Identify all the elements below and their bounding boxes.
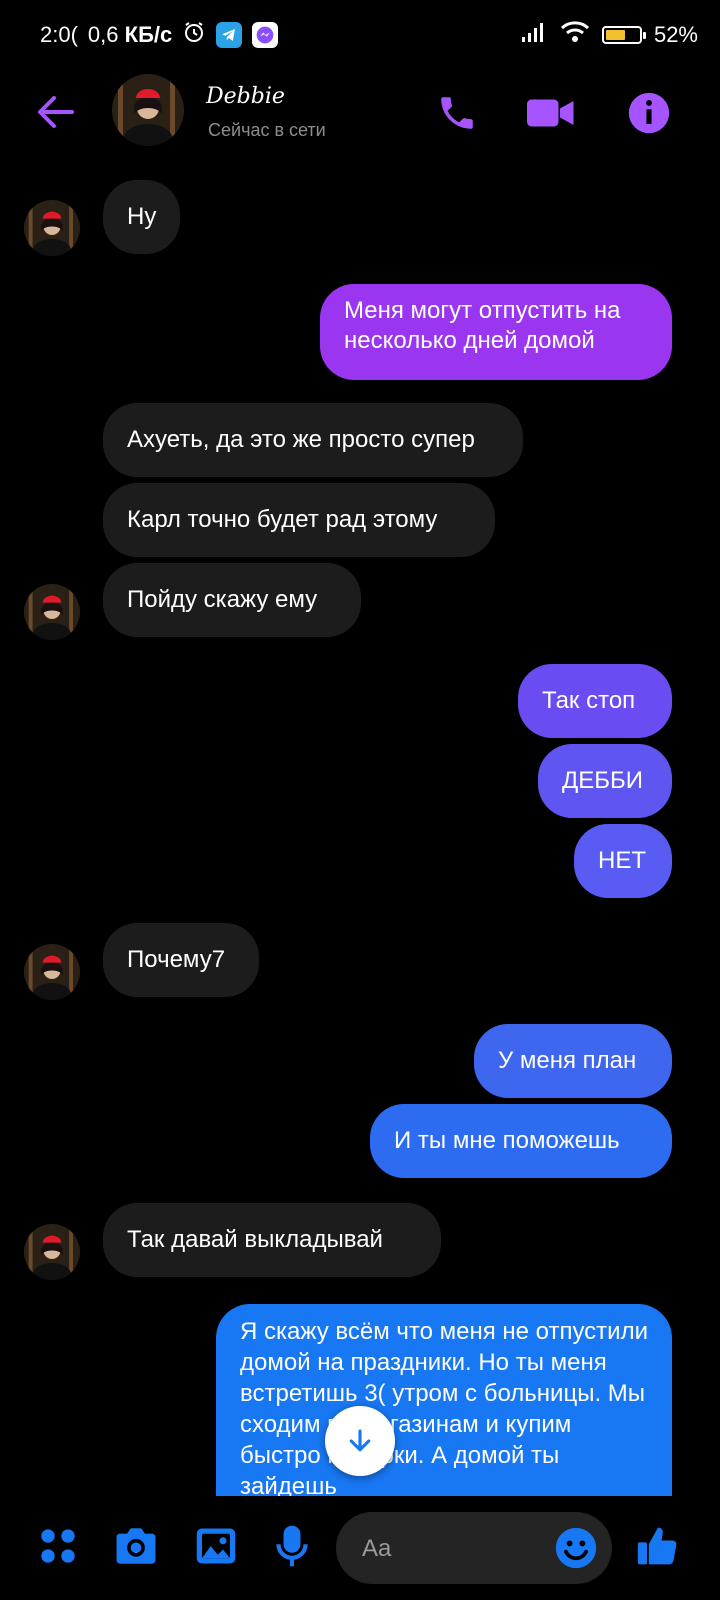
scroll-to-bottom-button[interactable] xyxy=(325,1406,395,1476)
status-right: 52% xyxy=(520,20,698,50)
contact-name: Debbie xyxy=(206,84,285,109)
sender-avatar[interactable] xyxy=(24,584,80,640)
message-bubble-incoming[interactable]: Ахуеть, да это же просто супер xyxy=(103,403,523,477)
sender-avatar[interactable] xyxy=(24,1224,80,1280)
message-text: Меня могут отпустить на несколько дней д… xyxy=(344,297,621,354)
message-bubble-outgoing[interactable]: ДЕББИ xyxy=(538,744,672,818)
message-bubble-incoming[interactable]: Карл точно будет рад этому xyxy=(103,483,495,557)
messenger-icon xyxy=(252,22,279,48)
message-text: Так давай выкладывай xyxy=(127,1226,383,1253)
online-status: Сейчас в сети xyxy=(208,120,326,140)
message-bubble-incoming[interactable]: Почему7 xyxy=(103,923,259,997)
telegram-icon xyxy=(216,22,243,48)
sender-avatar[interactable] xyxy=(24,200,80,256)
message-input-container xyxy=(336,1512,612,1584)
thumbs-up-icon[interactable] xyxy=(632,1520,684,1572)
message-bubble-incoming[interactable]: Ну xyxy=(103,180,181,254)
network-speed: 0,6 КБ/с xyxy=(87,22,173,47)
info-icon[interactable] xyxy=(624,88,674,138)
camera-icon[interactable] xyxy=(110,1520,162,1572)
message-text: И ты мне поможешь xyxy=(394,1127,620,1154)
alarm-icon xyxy=(182,20,206,50)
arrow-down-icon xyxy=(349,1429,371,1452)
battery-icon xyxy=(601,26,646,44)
message-bubble-outgoing[interactable]: НЕТ xyxy=(574,824,672,898)
video-call-icon[interactable] xyxy=(526,88,576,138)
message-text: Я скажу всём что меня не отпустили домой… xyxy=(240,1318,648,1496)
message-text: Пойду скажу ему xyxy=(127,586,318,613)
status-bar: 2:0( 0,6 КБ/с 52% xyxy=(0,0,720,70)
message-composer xyxy=(0,1496,720,1600)
back-arrow-icon[interactable] xyxy=(32,88,80,136)
message-bubble-outgoing[interactable]: И ты мне поможешь xyxy=(370,1104,672,1178)
message-text: Ахуеть, да это же просто супер xyxy=(127,426,475,453)
phone-call-icon[interactable] xyxy=(432,88,482,138)
wifi-icon xyxy=(560,20,590,50)
contact-avatar[interactable] xyxy=(112,74,184,146)
message-text: Ну xyxy=(127,203,157,230)
status-left: 2:0( 0,6 КБ/с xyxy=(40,20,279,50)
emoji-icon[interactable] xyxy=(554,1526,598,1570)
message-text: Карл точно будет рад этому xyxy=(127,506,438,533)
message-bubble-incoming[interactable]: Так давай выкладывай xyxy=(103,1203,441,1277)
apps-menu-icon[interactable] xyxy=(32,1520,84,1572)
message-text: Почему7 xyxy=(127,946,226,973)
battery-percent: 52% xyxy=(653,22,698,47)
message-bubble-outgoing[interactable]: Меня могут отпустить на несколько дней д… xyxy=(320,284,672,380)
message-text: НЕТ xyxy=(598,847,646,874)
message-bubble-outgoing[interactable]: Я скажу всём что меня не отпустили домой… xyxy=(216,1304,672,1496)
chat-header: Debbie Сейчас в сети xyxy=(0,70,720,180)
gallery-icon[interactable] xyxy=(190,1520,242,1572)
message-text: Так стоп xyxy=(542,687,636,714)
message-bubble-outgoing[interactable]: У меня план xyxy=(474,1024,672,1098)
message-input[interactable] xyxy=(360,1526,534,1572)
microphone-icon[interactable] xyxy=(266,1520,318,1572)
message-text: У меня план xyxy=(498,1047,637,1074)
status-time: 2:0( xyxy=(40,22,78,47)
message-bubble-incoming[interactable]: Пойду скажу ему xyxy=(103,563,361,637)
sender-avatar[interactable] xyxy=(24,944,80,1000)
message-text: ДЕББИ xyxy=(562,767,644,794)
signal-icon xyxy=(520,21,548,49)
message-bubble-outgoing[interactable]: Так стоп xyxy=(518,664,672,738)
